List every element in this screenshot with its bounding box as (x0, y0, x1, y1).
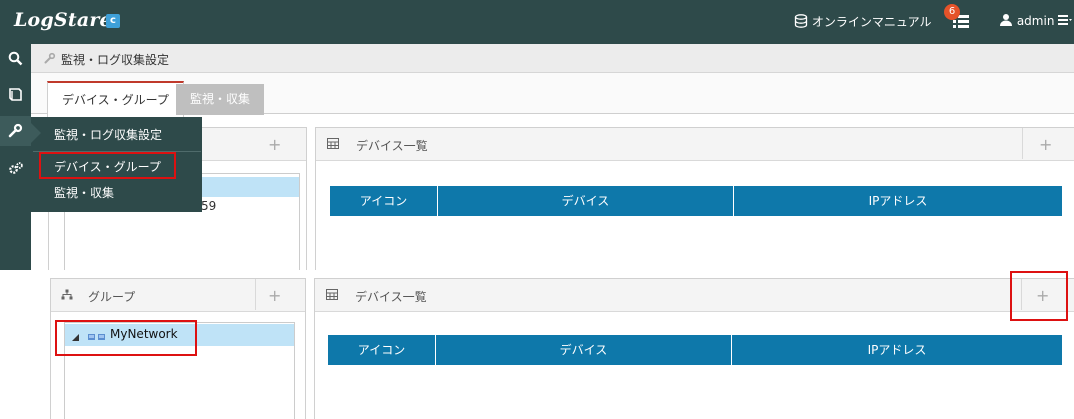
top-col-icon[interactable]: アイコン (330, 186, 438, 216)
tab-monitor-collect[interactable]: 監視・収集 (176, 84, 265, 115)
bottom-device-panel-header (315, 279, 1074, 312)
top-group-add-button[interactable]: + (268, 135, 281, 154)
sidebar-search-button[interactable] (0, 44, 31, 74)
hierarchy-icon (61, 289, 73, 303)
flyout-item-device-group[interactable]: デバイス・グループ (39, 152, 176, 179)
bottom-col-icon[interactable]: アイコン (328, 335, 436, 365)
flyout-arrow (31, 123, 41, 143)
logstare-logo[interactable]: LogStare (14, 9, 112, 31)
tab-device-group[interactable]: デバイス・グループ (47, 81, 184, 118)
user-icon (1000, 14, 1012, 26)
breadcrumb-label: 監視・ログ収集設定 (61, 53, 170, 67)
flyout-menu-title: 監視・ログ収集設定 (54, 128, 163, 142)
sidebar-gears-button[interactable] (0, 154, 31, 184)
sidebar-book-button[interactable] (0, 80, 31, 110)
bottom-device-table-icon (326, 289, 338, 303)
bottom-col-device[interactable]: デバイス (436, 335, 732, 365)
notification-badge: 6 (944, 4, 960, 20)
gears-icon (8, 162, 23, 174)
wrench-icon (8, 123, 23, 138)
top-col-device[interactable]: デバイス (438, 186, 734, 216)
book-icon (9, 88, 22, 101)
top-device-add-button[interactable]: + (1039, 135, 1052, 154)
online-manual-link[interactable]: オンラインマニュアル (794, 13, 931, 30)
tree-collapse-icon[interactable] (72, 331, 80, 345)
top-tree-partial-text: 59 (201, 199, 217, 213)
bottom-group-panel-title: グループ (88, 290, 136, 304)
menu-icon (1058, 15, 1073, 25)
breadcrumb-wrench-icon (44, 52, 56, 67)
online-manual-label: オンラインマニュアル (811, 15, 932, 29)
user-name: admin (1016, 14, 1055, 28)
top-device-panel-divider (1022, 128, 1023, 159)
breadcrumb (31, 44, 1074, 73)
bottom-device-add-button[interactable]: + (1036, 286, 1049, 305)
database-icon (794, 14, 808, 28)
tree-node-label: MyNetwork (110, 327, 178, 341)
search-icon (8, 51, 23, 66)
user-menu[interactable]: admin (999, 13, 1073, 28)
bottom-group-panel-divider (255, 279, 256, 310)
flyout-item-device-group-label: デバイス・グループ (54, 160, 161, 174)
top-col-ip[interactable]: IPアドレス (734, 186, 1062, 216)
logo-mark-icon: c (106, 14, 120, 28)
top-device-table-icon (327, 138, 339, 152)
bottom-device-panel-title: デバイス一覧 (355, 290, 427, 304)
network-icon (88, 330, 106, 344)
flyout-item-monitor-collect[interactable]: 監視・収集 (54, 184, 114, 201)
top-device-panel-title: デバイス一覧 (356, 139, 428, 153)
bottom-col-ip[interactable]: IPアドレス (732, 335, 1062, 365)
section-gap (0, 270, 1074, 276)
bottom-group-add-button[interactable]: + (268, 286, 281, 305)
sidebar-settings-button[interactable] (0, 116, 31, 146)
top-device-panel-header (316, 128, 1074, 161)
